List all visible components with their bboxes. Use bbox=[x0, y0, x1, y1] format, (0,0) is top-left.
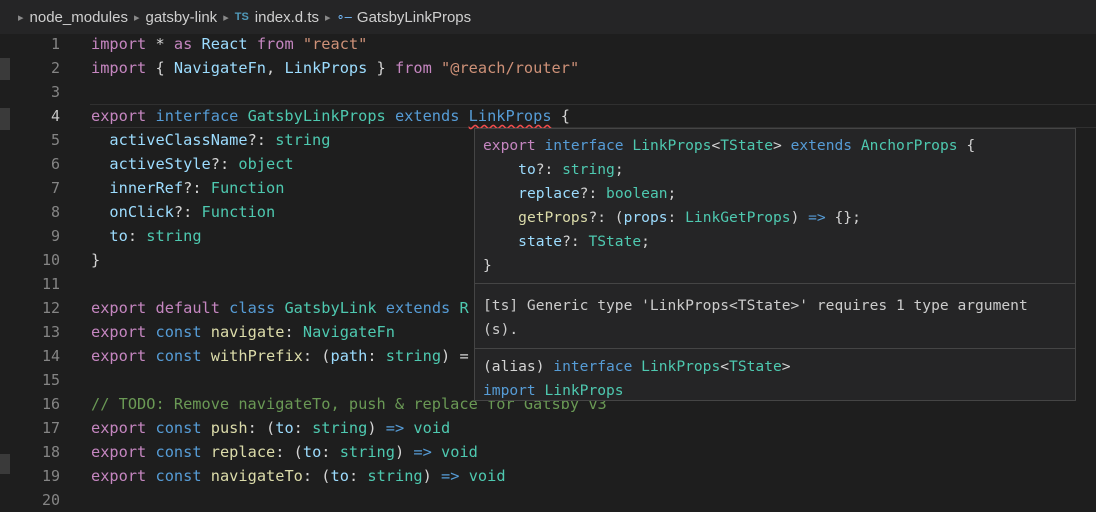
code-text[interactable]: export const push: (to: string) => void bbox=[91, 416, 450, 440]
breadcrumb: ▸ node_modules ▸ gatsby-link ▸ TS index.… bbox=[0, 0, 1096, 34]
hover-alias: (alias) interface LinkProps<TState> impo… bbox=[475, 349, 1075, 407]
breadcrumb-item-gatsby-link[interactable]: gatsby-link bbox=[145, 9, 217, 26]
line-number: 20 bbox=[41, 491, 60, 509]
code-line[interactable]: 1 import * as React from "react" bbox=[0, 32, 1096, 56]
hover-tooltip[interactable]: export interface LinkProps<TState> exten… bbox=[474, 128, 1076, 401]
error-squiggle-linkprops[interactable]: LinkProps bbox=[469, 107, 552, 125]
code-text[interactable]: export const withPrefix: (path: string) … bbox=[91, 344, 469, 368]
code-line[interactable]: 19 export const navigateTo: (to: string)… bbox=[0, 464, 1096, 488]
code-text[interactable]: import * as React from "react" bbox=[91, 32, 367, 56]
line-number: 11 bbox=[41, 275, 60, 293]
line-number: 2 bbox=[50, 59, 60, 77]
line-number: 3 bbox=[50, 83, 60, 101]
hover-line: import LinkProps bbox=[483, 382, 624, 399]
code-text[interactable]: export const replace: (to: string) => vo… bbox=[91, 440, 478, 464]
code-text[interactable]: export default class GatsbyLink extends … bbox=[91, 296, 469, 320]
chevron-right-icon: ▸ bbox=[325, 11, 331, 24]
code-text[interactable]: export const navigateTo: (to: string) =>… bbox=[91, 464, 506, 488]
code-line[interactable]: 3 bbox=[0, 80, 1096, 104]
line-number: 5 bbox=[50, 131, 60, 149]
hover-line: (alias) interface LinkProps<TState> bbox=[483, 358, 791, 375]
line-number: 18 bbox=[41, 443, 60, 461]
code-text[interactable]: export interface GatsbyLinkProps extends… bbox=[91, 104, 570, 128]
symbol-interface-icon: ∘– bbox=[336, 9, 352, 24]
hover-diagnostic: [ts] Generic type 'LinkProps<TState>' re… bbox=[475, 284, 1075, 349]
line-number: 9 bbox=[50, 227, 60, 245]
line-number: 16 bbox=[41, 395, 60, 413]
line-number: 8 bbox=[50, 203, 60, 221]
code-line-active[interactable]: 4 export interface GatsbyLinkProps exten… bbox=[0, 104, 1096, 128]
code-text[interactable]: activeClassName?: string bbox=[91, 128, 330, 152]
line-number: 10 bbox=[41, 251, 60, 269]
line-number: 1 bbox=[50, 35, 60, 53]
code-line[interactable]: 17 export const push: (to: string) => vo… bbox=[0, 416, 1096, 440]
line-number: 6 bbox=[50, 155, 60, 173]
breadcrumb-item-node-modules[interactable]: node_modules bbox=[30, 9, 128, 26]
line-number: 12 bbox=[41, 299, 60, 317]
code-text[interactable]: to: string bbox=[91, 224, 201, 248]
code-line[interactable]: 2 import { NavigateFn, LinkProps } from … bbox=[0, 56, 1096, 80]
code-text[interactable]: } bbox=[91, 248, 100, 272]
breadcrumb-item-gatsby-link-props[interactable]: GatsbyLinkProps bbox=[357, 9, 471, 26]
line-number: 17 bbox=[41, 419, 60, 437]
chevron-right-icon: ▸ bbox=[18, 11, 24, 24]
hover-line: replace?: boolean; bbox=[518, 185, 677, 202]
hover-line: export interface LinkProps<TState> exten… bbox=[483, 137, 976, 154]
hover-line: } bbox=[483, 257, 492, 274]
line-number: 14 bbox=[41, 347, 60, 365]
code-text[interactable]: innerRef?: Function bbox=[91, 176, 284, 200]
chevron-right-icon: ▸ bbox=[133, 11, 140, 24]
code-text[interactable]: activeStyle?: object bbox=[91, 152, 293, 176]
code-text[interactable]: onClick?: Function bbox=[91, 200, 275, 224]
line-number: 13 bbox=[41, 323, 60, 341]
code-line[interactable]: 20 bbox=[0, 488, 1096, 512]
code-text[interactable]: import { NavigateFn, LinkProps } from "@… bbox=[91, 56, 579, 80]
line-number: 7 bbox=[50, 179, 60, 197]
breadcrumb-item-index-d-ts[interactable]: index.d.ts bbox=[255, 9, 319, 26]
line-number: 4 bbox=[50, 107, 60, 125]
hover-line: to?: string; bbox=[518, 161, 624, 178]
hover-line: state?: TState; bbox=[518, 233, 650, 250]
diagnostic-message: [ts] Generic type 'LinkProps<TState>' re… bbox=[483, 297, 1028, 338]
chevron-right-icon: ▸ bbox=[223, 11, 229, 24]
line-number: 19 bbox=[41, 467, 60, 485]
code-line[interactable]: 18 export const replace: (to: string) =>… bbox=[0, 440, 1096, 464]
code-text[interactable]: export const navigate: NavigateFn bbox=[91, 320, 395, 344]
hover-line: getProps?: (props: LinkGetProps) => {}; bbox=[518, 209, 861, 226]
line-number: 15 bbox=[41, 371, 60, 389]
typescript-file-icon: TS bbox=[234, 11, 249, 23]
hover-definition: export interface LinkProps<TState> exten… bbox=[475, 129, 1075, 284]
